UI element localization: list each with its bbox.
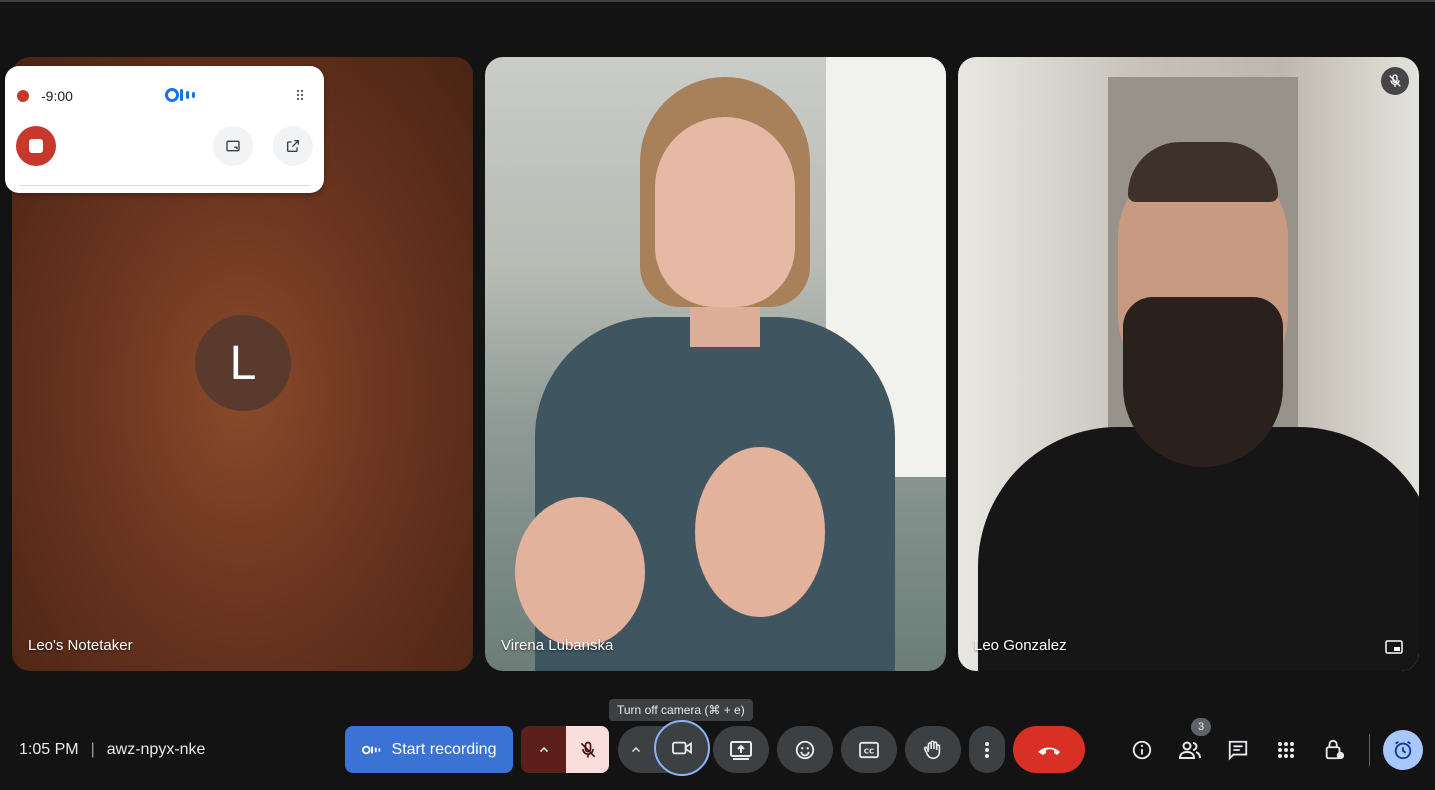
participant-video-hair: [1128, 142, 1278, 202]
minimize-icon: [226, 140, 240, 152]
drag-handle-icon[interactable]: [295, 88, 305, 102]
participant-name: Leo's Notetaker: [28, 637, 133, 654]
camera-tooltip: Turn off camera (⌘ + e): [609, 699, 753, 721]
participant-tile-virena[interactable]: Virena Lubanska: [485, 57, 946, 671]
activities-button[interactable]: [1270, 734, 1302, 766]
alarm-clock-icon: [1394, 740, 1412, 760]
meeting-details-button[interactable]: [1126, 734, 1158, 766]
chat-button[interactable]: [1222, 734, 1254, 766]
svg-text:CC: CC: [864, 746, 875, 755]
otter-logo-icon: [165, 88, 195, 102]
recording-indicator-icon: [17, 90, 29, 102]
mic-off-icon: [1381, 67, 1409, 95]
apps-grid-icon: [1278, 742, 1294, 758]
camera-toggle-button[interactable]: [654, 719, 710, 776]
emoji-icon: [795, 740, 815, 759]
microphone-controls: [521, 726, 609, 773]
participant-video-beard: [1123, 297, 1283, 467]
mic-off-icon: [580, 741, 595, 757]
participant-name: Virena Lubanska: [501, 637, 614, 654]
chevron-up-icon: [631, 746, 641, 752]
raise-hand-icon: [923, 740, 941, 759]
meeting-info: 1:05 PM | awz-npyx-nke: [19, 741, 205, 759]
participant-count-badge: 3: [1191, 718, 1211, 736]
meeting-info-separator: |: [90, 741, 95, 758]
otter-logo-icon: [361, 745, 380, 754]
captions-button[interactable]: CC: [841, 726, 897, 773]
info-icon: [1132, 740, 1152, 760]
audio-options-button[interactable]: [521, 726, 566, 773]
people-icon: [1178, 741, 1201, 759]
widget-divider: [19, 185, 310, 186]
participant-video-hand: [695, 447, 825, 617]
camera-controls: [618, 719, 710, 776]
toolbar-divider: [1369, 734, 1370, 766]
participant-tile-leo[interactable]: Leo Gonzalez: [958, 57, 1419, 671]
present-screen-button[interactable]: [713, 726, 769, 773]
raise-hand-button[interactable]: [905, 726, 961, 773]
picture-in-picture-icon[interactable]: [1385, 640, 1403, 654]
stop-icon: [29, 139, 43, 153]
start-recording-label: Start recording: [391, 740, 497, 758]
hang-up-icon: [1038, 747, 1060, 755]
people-button[interactable]: [1174, 734, 1206, 766]
stop-recording-button[interactable]: [16, 126, 56, 166]
chat-icon: [1228, 740, 1248, 761]
minimize-widget-button[interactable]: [213, 126, 253, 166]
start-recording-button[interactable]: Start recording: [345, 726, 513, 773]
video-camera-icon: [672, 741, 692, 754]
lock-person-icon: [1325, 739, 1345, 760]
meeting-code: awz-npyx-nke: [106, 741, 206, 758]
otter-recording-widget: -9:00: [5, 66, 324, 193]
timer-extension-button[interactable]: [1383, 730, 1423, 770]
recording-timer: -9:00: [41, 88, 73, 104]
video-options-button[interactable]: [618, 744, 654, 756]
present-screen-icon: [730, 740, 752, 760]
leave-call-button[interactable]: [1013, 726, 1085, 773]
avatar: L: [195, 315, 291, 411]
more-options-button[interactable]: [969, 726, 1005, 773]
reactions-button[interactable]: [777, 726, 833, 773]
microphone-toggle-button[interactable]: [566, 726, 609, 773]
meeting-time: 1:05 PM: [19, 741, 79, 758]
open-external-button[interactable]: [273, 126, 313, 166]
more-vert-icon: [985, 741, 989, 758]
host-controls-button[interactable]: [1318, 734, 1350, 766]
chevron-up-icon: [539, 746, 548, 752]
open-external-icon: [287, 140, 299, 152]
participant-name: Leo Gonzalez: [974, 637, 1067, 654]
participant-video-hand: [515, 497, 645, 647]
participant-video-face: [655, 117, 795, 307]
closed-captions-icon: CC: [859, 741, 879, 758]
